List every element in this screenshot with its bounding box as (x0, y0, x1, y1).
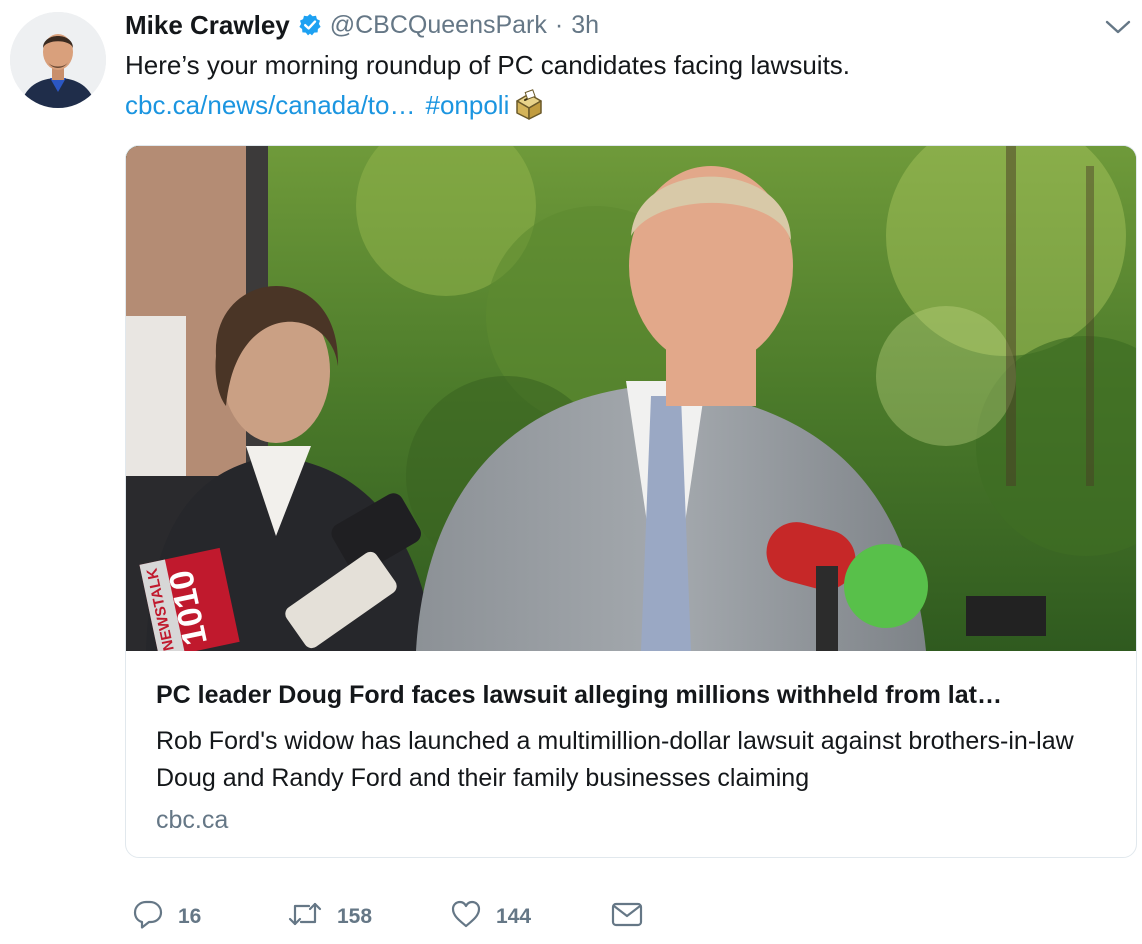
chevron-down-icon[interactable] (1102, 18, 1134, 38)
tweet-header: Mike Crawley @CBCQueensPark · 3h (125, 8, 599, 42)
reply-button[interactable]: 16 (132, 898, 201, 935)
header-separator: · (554, 10, 564, 39)
card-title[interactable]: PC leader Doug Ford faces lawsuit allegi… (156, 679, 1106, 711)
like-button[interactable]: 144 (450, 898, 531, 935)
like-icon (450, 898, 482, 935)
card-description: Rob Ford's widow has launched a multimil… (156, 727, 1074, 792)
avatar[interactable] (10, 12, 106, 108)
retweet-count: 158 (337, 904, 373, 928)
retweet-icon (287, 898, 323, 935)
hashtag-link[interactable]: #onpoli (426, 88, 510, 122)
tweet-text: Here’s your morning roundup of PC candid… (125, 50, 851, 80)
link-preview-card[interactable]: NEWSTALK 1010 PC leader Doug Ford faces … (125, 145, 1137, 858)
article-link[interactable]: cbc.ca/news/canada/to… (125, 88, 416, 122)
card-domain: cbc.ca (156, 806, 229, 834)
tweet-actions: 16 158 144 (132, 898, 652, 934)
like-count: 144 (496, 904, 532, 928)
card-body[interactable]: PC leader Doug Ford faces lawsuit allegi… (126, 651, 1136, 857)
dm-icon (610, 898, 644, 935)
reply-count: 16 (178, 904, 202, 928)
author-name[interactable]: Mike Crawley (125, 10, 290, 41)
ballot-box-icon (513, 89, 545, 121)
reply-icon (132, 898, 164, 935)
retweet-button[interactable]: 158 (287, 898, 372, 935)
tweet-timestamp[interactable]: 3h (571, 11, 599, 40)
verified-badge-icon (298, 13, 322, 37)
direct-message-button[interactable] (610, 898, 644, 935)
card-image[interactable]: NEWSTALK 1010 (126, 146, 1136, 651)
author-handle[interactable]: @CBCQueensPark (330, 11, 547, 40)
tweet-links: cbc.ca/news/canada/to… #onpoli (125, 88, 545, 122)
